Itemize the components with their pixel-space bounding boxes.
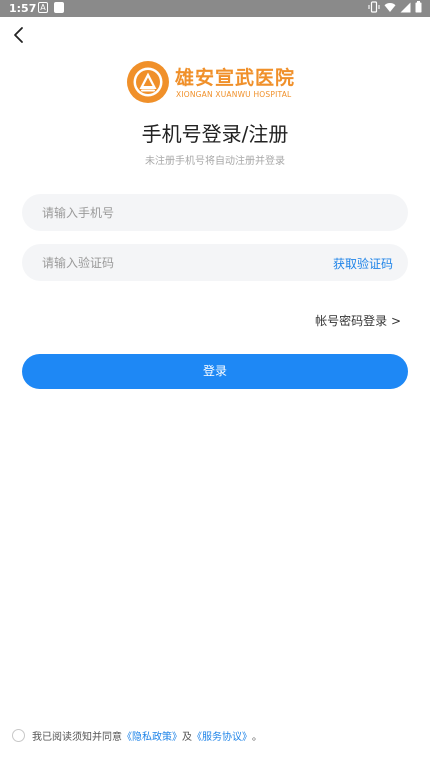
battery-icon: [415, 1, 422, 13]
wifi-icon: [384, 3, 396, 13]
status-time: 1:57: [9, 2, 37, 15]
code-field: 获取验证码: [22, 244, 408, 281]
agreement-row: 我已阅读须知并同意 《隐私政策》 及 《服务协议》 。: [12, 728, 262, 743]
agreement-prefix: 我已阅读须知并同意: [32, 731, 122, 743]
agreement-and: 及: [182, 731, 192, 743]
hospital-logo: 雄安宣武医院 XIONGAN XUANWU HOSPITAL: [126, 60, 306, 104]
notification-square-icon: [54, 2, 64, 13]
password-login-link[interactable]: 帐号密码登录 >: [315, 312, 401, 329]
page-title: 手机号登录/注册: [141, 122, 289, 146]
service-agreement-link[interactable]: 《服务协议》: [192, 728, 252, 743]
notification-icon: A: [38, 2, 48, 13]
phone-field: [22, 194, 408, 231]
back-button[interactable]: [8, 24, 30, 46]
phone-input[interactable]: [42, 194, 322, 231]
hospital-emblem-icon: [127, 61, 169, 103]
status-right-icons: [368, 1, 422, 13]
vibrate-icon: [368, 1, 380, 13]
hospital-name-cn: 雄安宣武医院: [175, 67, 296, 89]
agreement-suffix: 。: [252, 731, 262, 743]
status-bar: 1:57 A: [0, 0, 430, 17]
verification-code-input[interactable]: [42, 244, 322, 281]
cell-signal-icon: [400, 2, 411, 12]
login-button[interactable]: 登录: [22, 354, 408, 389]
privacy-policy-link[interactable]: 《隐私政策》: [122, 728, 182, 743]
hospital-name-en: XIONGAN XUANWU HOSPITAL: [176, 90, 292, 99]
chevron-left-icon: [14, 27, 23, 43]
get-code-button[interactable]: 获取验证码: [333, 255, 393, 272]
agree-radio[interactable]: [12, 728, 25, 742]
page-subtitle: 未注册手机号将自动注册并登录: [145, 156, 285, 167]
